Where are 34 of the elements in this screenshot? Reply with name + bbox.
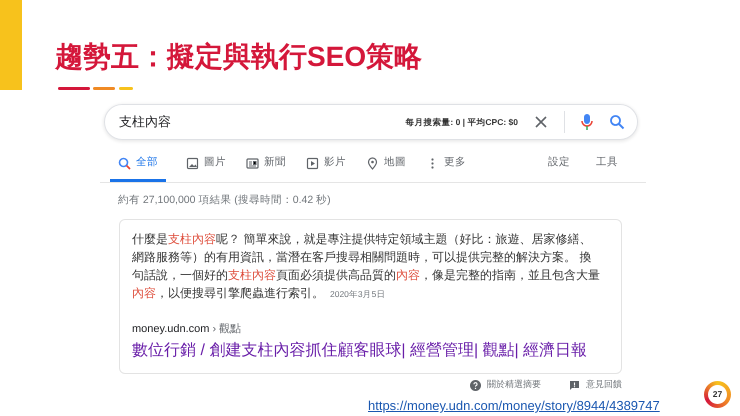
snippet-text: 什麼是支柱內容呢？ 簡單來說，就是專注提供特定領域主題（好比：旅遊、居家修繕、網路服務等）的有用資訊，當潛在客戶搜尋相關問題時，可以提供完整的解決方案。 換句話說，一個好的支柱內容頁面必須提供高品質的內容，像是完整的指南，並且包含大量 內容，以便搜尋引擎爬蟲進行索引。 2020年3月5日 (132, 230, 601, 302)
microphone-icon[interactable] (581, 113, 593, 131)
feedback-icon[interactable] (569, 380, 580, 390)
search-tab[interactable]: 圖片 (186, 151, 226, 182)
breadcrumb: › 觀點 (212, 322, 242, 335)
search-icon (118, 156, 131, 170)
news-icon (246, 156, 259, 170)
help-icon[interactable] (470, 380, 481, 390)
result-url: money.udn.com (132, 322, 210, 335)
search-query: 支柱內容 (119, 113, 172, 132)
page-number: 27 (708, 385, 727, 404)
search-tab[interactable]: 全部 (110, 151, 166, 182)
accent-dash (58, 87, 90, 90)
search-tab[interactable]: 新聞 (246, 151, 286, 182)
accent-dash (93, 87, 115, 90)
map-pin-icon (366, 156, 379, 170)
result-stats: 約有 27,100,000 項結果 (搜尋時間：0.42 秒) (118, 193, 332, 208)
tools-link[interactable]: 設定 (548, 151, 570, 182)
search-tab[interactable]: 地圖 (366, 151, 406, 182)
image-icon (186, 156, 199, 170)
search-tab[interactable]: 影片 (306, 151, 346, 182)
close-icon[interactable] (534, 115, 548, 129)
search-icon[interactable] (609, 114, 625, 130)
search-bar[interactable]: 支柱內容 每月搜索量: 0 | 平均CPC: $0 (104, 104, 638, 140)
play-icon (306, 156, 319, 170)
tools-link[interactable]: 工具 (596, 151, 618, 182)
about-snippet-link[interactable]: 關於精選摘要 (487, 378, 541, 392)
result-title-link[interactable]: 數位行銷 / 創建支柱內容抓住顧客眼球| 經營管理| 觀點| 經濟日報 (132, 342, 588, 360)
accent-dash (119, 87, 133, 90)
slide-title: 趨勢五：擬定與執行SEO策略 (55, 40, 422, 74)
search-tab[interactable]: 更多 (426, 151, 466, 182)
search-volume: 每月搜索量: 0 | 平均CPC: $0 (405, 116, 518, 128)
source-link[interactable]: https://money.udn.com/money/story/8944/4389747 (368, 396, 660, 416)
feedback-link[interactable]: 意見回饋 (586, 378, 622, 392)
